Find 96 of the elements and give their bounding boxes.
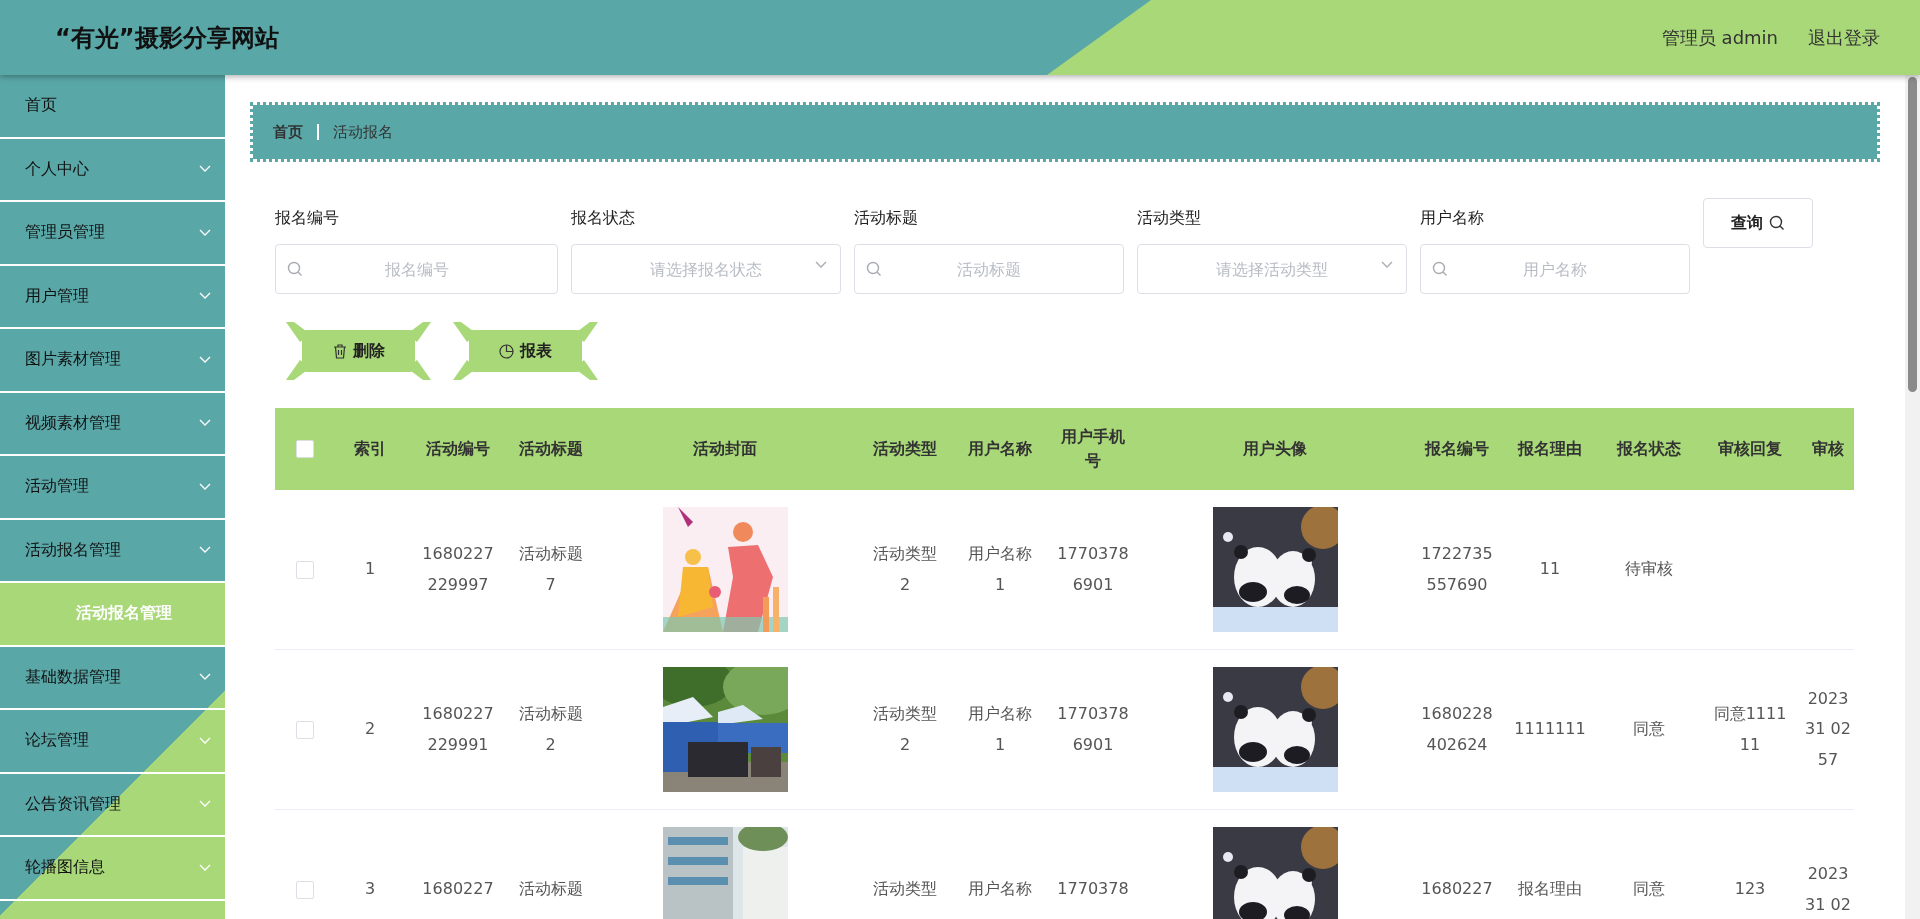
column-header: 用户头像	[1243, 438, 1307, 460]
chevron-icon	[199, 482, 211, 491]
table-cell-text: 1770378	[1057, 878, 1129, 901]
column-header: 审核回复	[1718, 438, 1782, 460]
column-header: 报名状态	[1617, 438, 1681, 460]
sidebar-item[interactable]: 视频素材管理	[0, 392, 225, 456]
site-title: “有光”摄影分享网站	[55, 22, 279, 54]
table-cell-text: 1	[364, 558, 376, 581]
filter-label: 活动类型	[1137, 208, 1202, 229]
table-cell-text: 活动标题	[518, 878, 583, 901]
table-cell-text: 1722735 557690	[1421, 543, 1493, 596]
sidebar-item[interactable]: 轮播图信息	[0, 837, 225, 901]
search-icon	[1432, 261, 1448, 277]
column-header: 活动标题	[518, 438, 583, 460]
filter-label: 活动标题	[854, 208, 919, 229]
table-cell-text: 11	[1539, 558, 1561, 581]
search-icon	[866, 261, 882, 277]
breadcrumb-current: 活动报名	[333, 122, 393, 142]
table-cell-text: 1770378 6901	[1057, 703, 1129, 756]
table-cell-text: 2	[364, 718, 376, 741]
table-cell-text: 123	[1734, 878, 1766, 901]
chevron-icon	[199, 863, 211, 872]
sidebar-item[interactable]: 论坛管理	[0, 710, 225, 774]
table-cell-text: 待审核	[1625, 558, 1673, 581]
row-checkbox[interactable]	[296, 560, 314, 579]
sidebar-item[interactable]: 管理员管理	[0, 202, 225, 266]
breadcrumb-link[interactable]: 首页	[273, 122, 303, 142]
table-cell-text: 1770378 6901	[1057, 543, 1129, 596]
table-cell-text: 1680227 229997	[422, 543, 494, 596]
table-cell-text: 同意	[1633, 878, 1665, 901]
chevron-icon	[199, 355, 211, 364]
column-header: 用户名称	[968, 438, 1032, 460]
table-cell-text: 1680228 402624	[1421, 703, 1493, 756]
chevron-icon	[199, 228, 211, 237]
dropdown-icon	[1381, 261, 1393, 269]
table-cell-text: 1680227 229991	[422, 703, 494, 756]
trash-icon	[332, 343, 347, 359]
sidebar-item[interactable]: 首页	[0, 75, 225, 139]
table-cell-text: 2023 31 02	[1805, 863, 1851, 916]
search-icon	[287, 261, 303, 277]
row-checkbox[interactable]	[296, 720, 314, 739]
logout-link[interactable]: 退出登录	[1808, 25, 1880, 50]
column-header: 用户手机号	[1060, 426, 1126, 472]
table-cell-text: 1680227	[422, 878, 494, 901]
chevron-icon	[199, 800, 211, 809]
scrollbar[interactable]	[1905, 75, 1920, 919]
table-cell-text: 同意	[1633, 718, 1665, 741]
table-cell-text: 用户名称 1	[968, 543, 1032, 596]
sidebar-item[interactable]: 活动管理	[0, 456, 225, 520]
sidebar-item[interactable]: 基础数据管理	[0, 646, 225, 710]
search-field[interactable]: 活动标题	[854, 244, 1124, 294]
column-header: 活动编号	[426, 438, 490, 460]
chevron-icon	[199, 546, 211, 555]
sidebar-item[interactable]: 用户管理	[0, 265, 225, 329]
column-header: 索引	[354, 438, 386, 460]
table-cell-text: 活动类型 2	[873, 543, 937, 596]
user-label: 管理员 admin	[1661, 25, 1778, 50]
table-cell-text: 2023 31 02 57	[1805, 687, 1851, 771]
dropdown-icon	[815, 261, 827, 269]
column-header: 报名编号	[1425, 438, 1489, 460]
table-cell-text: 3	[364, 878, 376, 901]
select-field[interactable]: 请选择报名状态	[571, 244, 841, 294]
chevron-icon	[199, 673, 211, 682]
filter-label: 报名编号	[275, 208, 340, 229]
table-cell-text: 1111111	[1514, 718, 1586, 741]
search-field[interactable]: 用户名称	[1420, 244, 1690, 294]
chevron-icon	[199, 419, 211, 428]
column-header: 活动封面	[693, 438, 757, 460]
column-header: 审核	[1812, 438, 1844, 460]
table-cell-text: 1680227	[1421, 878, 1493, 901]
search-field[interactable]: 报名编号	[275, 244, 558, 294]
chevron-icon	[199, 736, 211, 745]
table-cell-text: 用户名称 1	[968, 703, 1032, 756]
table-cell-text: 活动标题 7	[518, 543, 583, 596]
sidebar-item[interactable]: 公告资讯管理	[0, 773, 225, 837]
table-cell-text: 用户名称	[968, 878, 1032, 901]
table-cell-text: 活动类型	[873, 878, 937, 901]
column-header: 活动类型	[873, 438, 937, 460]
search-button[interactable]: 查询	[1703, 198, 1813, 248]
pie-chart-icon	[499, 343, 514, 359]
chevron-icon	[199, 165, 211, 174]
table-cell-text: 活动标题 2	[518, 703, 583, 756]
column-header: 报名理由	[1518, 438, 1582, 460]
table-cell-text: 活动类型 2	[873, 703, 937, 756]
chevron-icon	[199, 292, 211, 301]
table-cell-text: 同意1111 11	[1713, 703, 1787, 756]
filter-label: 用户名称	[1420, 208, 1485, 229]
search-icon	[1769, 215, 1785, 231]
sidebar-item[interactable]: 个人中心	[0, 138, 225, 202]
row-checkbox[interactable]	[296, 880, 314, 899]
table-cell-text: 报名理由	[1518, 878, 1582, 901]
scrollbar-thumb[interactable]	[1908, 77, 1917, 392]
select-all-checkbox[interactable]	[296, 440, 314, 458]
select-field[interactable]: 请选择活动类型	[1137, 244, 1407, 294]
sidebar-item[interactable]: 图片素材管理	[0, 329, 225, 393]
filter-label: 报名状态	[571, 208, 636, 229]
